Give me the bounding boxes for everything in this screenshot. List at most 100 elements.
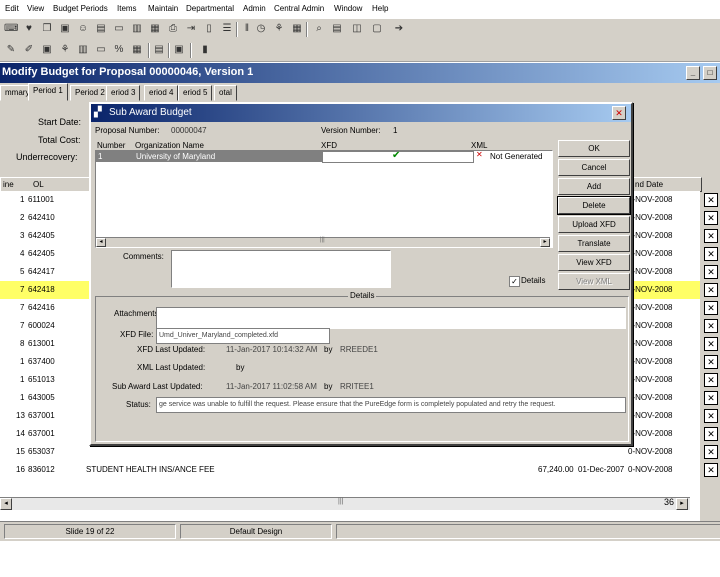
upload-xfd-button[interactable]: Upload XFD	[558, 216, 630, 233]
cancel-button[interactable]: Cancel	[558, 159, 630, 176]
users-icon[interactable]: ☺	[76, 22, 90, 36]
close-icon[interactable]: ✕	[612, 106, 626, 120]
folder-icon[interactable]: ▤	[94, 22, 108, 36]
comments-label: Comments:	[123, 252, 164, 261]
tab-period-1[interactable]: Period 1	[28, 83, 68, 101]
status-bar: Slide 19 of 22 Default Design	[0, 521, 720, 541]
table-icon[interactable]: ▤	[330, 22, 344, 36]
grid-icon[interactable]: ▦	[130, 43, 144, 57]
calc-icon[interactable]: ▥	[76, 43, 90, 57]
translate-button[interactable]: Translate	[558, 235, 630, 252]
tab-period-2[interactable]: Period 2	[70, 85, 110, 101]
open-icon[interactable]: ▦	[148, 22, 162, 36]
book-icon[interactable]: ▮	[198, 43, 212, 57]
delete-row-icon[interactable]: ✕	[704, 427, 718, 441]
tree-icon[interactable]: ⚘	[272, 22, 286, 36]
grid-icon[interactable]: ▦	[290, 22, 304, 36]
minimize-icon[interactable]: _	[686, 66, 700, 80]
menu-view[interactable]: View	[27, 4, 44, 13]
delete-row-icon[interactable]: ✕	[704, 409, 718, 423]
menu-edit[interactable]: Edit	[5, 4, 19, 13]
status-empty	[336, 524, 720, 539]
menu-departmental[interactable]: Departmental	[186, 4, 234, 13]
menu-window[interactable]: Window	[334, 4, 362, 13]
menu-maintain[interactable]: Maintain	[148, 4, 178, 13]
layout-icon[interactable]: ◫	[350, 22, 364, 36]
tab-period-4[interactable]: eriod 4	[144, 85, 179, 101]
tree-icon[interactable]: ⚘	[58, 43, 72, 57]
delete-row-icon[interactable]: ✕	[704, 265, 718, 279]
delete-row-icon[interactable]: ✕	[704, 301, 718, 315]
comments-textarea[interactable]	[171, 250, 391, 288]
menu-budget-periods[interactable]: Budget Periods	[53, 4, 108, 13]
view-xfd-button[interactable]: View XFD	[558, 254, 630, 271]
budget-window-titlebar: Modify Budget for Proposal 00000046, Ver…	[0, 63, 720, 83]
menu-help[interactable]: Help	[372, 4, 388, 13]
clock-icon[interactable]: ◷	[254, 22, 268, 36]
sub-award-table: 1 University of Maryland ✔ ✕ Not Generat…	[95, 150, 553, 248]
tab-period-5[interactable]: eriod 5	[178, 85, 213, 101]
doc-icon[interactable]: ▭	[112, 22, 126, 36]
xfd-check-icon: ✔	[392, 150, 401, 161]
delete-row-icon[interactable]: ✕	[704, 229, 718, 243]
delete-row-icon[interactable]: ✕	[704, 319, 718, 333]
search-icon[interactable]: ⌕	[312, 22, 326, 36]
table-hscrollbar[interactable]: ◂ ||| ▸	[96, 237, 550, 247]
delete-row-icon[interactable]: ✕	[704, 463, 718, 477]
new-icon[interactable]: ✎	[4, 43, 18, 57]
details-checkbox[interactable]: ✓	[509, 276, 520, 287]
delete-row-icon[interactable]: ✕	[704, 337, 718, 351]
scroll-left-icon[interactable]: ◂	[0, 498, 12, 510]
add-button[interactable]: Add	[558, 178, 630, 195]
arrow-icon[interactable]: ➔	[392, 22, 406, 36]
scroll-right-icon[interactable]: ▸	[540, 238, 550, 247]
list-icon[interactable]: ☰	[220, 22, 234, 36]
window-icon[interactable]: ▢	[370, 22, 384, 36]
delete-row-icon[interactable]: ✕	[704, 355, 718, 369]
open-icon[interactable]: ▣	[40, 43, 54, 57]
heart-icon[interactable]: ♥	[22, 22, 36, 36]
percent-icon[interactable]: %	[112, 43, 126, 57]
scroll-right-icon[interactable]: ▸	[676, 498, 688, 510]
menu-central-admin[interactable]: Central Admin	[274, 4, 324, 13]
dialog-titlebar: ▞ Sub Award Budget ✕	[91, 104, 631, 122]
delete-row-icon[interactable]: ✕	[704, 247, 718, 261]
sub-award-last-updated-value: 11-Jan-2017 11:02:58 AM	[226, 382, 317, 391]
tab-total[interactable]: otal	[214, 85, 237, 101]
menu-admin[interactable]: Admin	[243, 4, 266, 13]
delete-row-icon[interactable]: ✕	[704, 373, 718, 387]
toolbar-secondary: ✎ ✐ ▣ ⚘ ▥ ▭ % ▦ ▤ ▣ ▮	[0, 40, 720, 62]
tab-period-3[interactable]: eriod 3	[106, 85, 141, 101]
status-label: Status:	[126, 400, 151, 409]
save-icon[interactable]: ▣	[172, 43, 186, 57]
exit-icon[interactable]: ⇥	[184, 22, 198, 36]
xfd-last-updated-value: 11-Jan-2017 10:14:32 AM	[226, 345, 318, 354]
table-row[interactable]: 1 University of Maryland ✔ ✕ Not Generat…	[96, 150, 552, 163]
doc-icon[interactable]: ▭	[94, 43, 108, 57]
edit-icon[interactable]: ✐	[22, 43, 36, 57]
horizontal-scrollbar[interactable]: ◂ ▸ |||	[0, 497, 690, 510]
attachments-field[interactable]	[156, 307, 626, 329]
delete-button[interactable]: Delete	[557, 196, 631, 215]
ok-button[interactable]: OK	[558, 140, 630, 157]
maximize-icon[interactable]: □	[703, 66, 717, 80]
columns-icon[interactable]: ‖	[240, 22, 254, 36]
scroll-thumb-grip: |||	[320, 237, 325, 243]
version-number-label: Version Number:	[321, 126, 381, 135]
keyboard-icon[interactable]: ⌨	[4, 22, 18, 36]
scroll-left-icon[interactable]: ◂	[96, 238, 106, 247]
table-row[interactable]: 16 836012 STUDENT HEALTH INS/ANCE FEE 67,24…	[0, 461, 700, 480]
delete-row-icon[interactable]: ✕	[704, 391, 718, 405]
delete-row-icon[interactable]: ✕	[704, 283, 718, 297]
copy-icon[interactable]: ❐	[40, 22, 54, 36]
delete-row-icon[interactable]: ✕	[704, 445, 718, 459]
save-icon[interactable]: ▣	[58, 22, 72, 36]
chart-icon[interactable]: ▥	[130, 22, 144, 36]
calendar-icon[interactable]: ▤	[152, 43, 166, 57]
menu-items[interactable]: Items	[117, 4, 137, 13]
delete-row-icon[interactable]: ✕	[704, 193, 718, 207]
xfd-file-field: Umd_Univer_Maryland_completed.xfd	[156, 328, 330, 344]
delete-row-icon[interactable]: ✕	[704, 211, 718, 225]
page-icon[interactable]: ▯	[202, 22, 216, 36]
print-icon[interactable]: ⎙	[166, 22, 180, 36]
